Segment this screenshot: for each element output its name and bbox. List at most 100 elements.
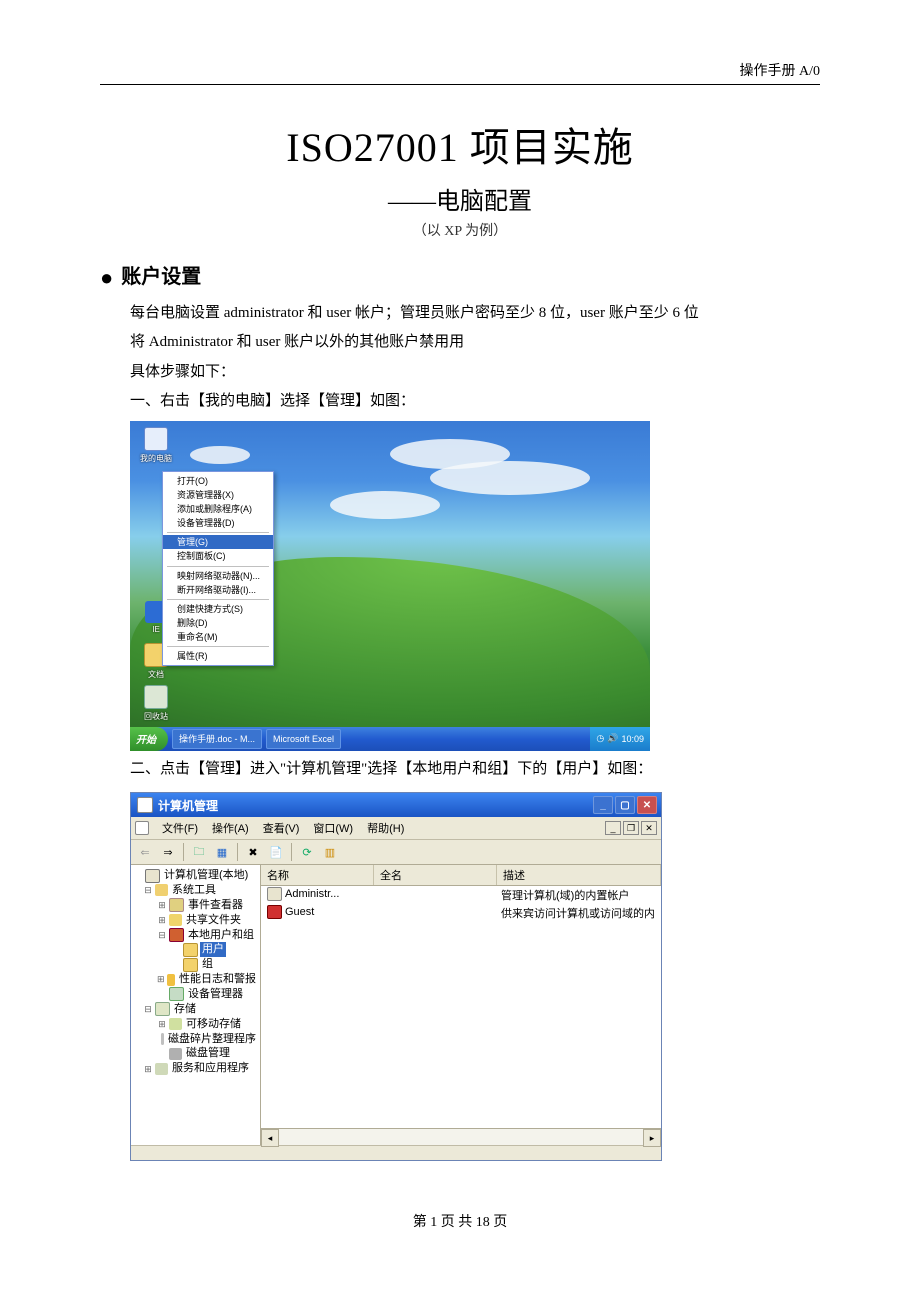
tree-event[interactable]: 事件查看器 xyxy=(186,898,245,913)
maximize-button[interactable]: ▢ xyxy=(615,796,635,814)
menu-window[interactable]: 窗口(W) xyxy=(307,819,359,837)
bullet-icon: ● xyxy=(100,265,113,290)
user-icon xyxy=(267,887,282,901)
cell-desc: 管理计算机(域)的内置帐户 xyxy=(495,887,661,903)
tree-perf[interactable]: 性能日志和警报 xyxy=(177,972,258,987)
taskbar-item[interactable]: Microsoft Excel xyxy=(266,729,341,749)
back-button[interactable]: ⇐ xyxy=(135,842,155,862)
doc-subtitle: ——电脑配置 xyxy=(100,181,820,216)
desktop-icon-label: 文档 xyxy=(148,670,164,679)
system-tray[interactable]: ◷ 🔊 10:09 xyxy=(590,727,650,751)
paragraph-3: 具体步骤如下： xyxy=(100,360,820,386)
mdi-restore[interactable]: ❐ xyxy=(623,821,639,835)
doc-title: ISO27001 项目实施 xyxy=(100,115,820,173)
trash-icon xyxy=(144,685,168,709)
tree-shared[interactable]: 共享文件夹 xyxy=(184,913,243,928)
context-menu-item[interactable]: 删除(D) xyxy=(163,616,273,630)
start-button[interactable]: 开始 xyxy=(130,727,168,751)
list-pane: 名称 全名 描述 Administr... 管理计算机(域)的内置帐户 Gues… xyxy=(261,865,661,1145)
tree-defrag[interactable]: 磁盘碎片整理程序 xyxy=(166,1032,258,1047)
desktop-icon-mycomputer[interactable]: 我的电脑 xyxy=(136,427,176,464)
context-menu-item[interactable]: 打开(O) xyxy=(163,474,273,488)
scroll-right-icon[interactable]: ▸ xyxy=(643,1129,661,1147)
tree-root[interactable]: 计算机管理(本地) xyxy=(162,868,250,883)
context-menu-item[interactable]: 控制面板(C) xyxy=(163,549,273,563)
cell-full xyxy=(373,887,495,903)
tree-localug[interactable]: 本地用户和组 xyxy=(186,928,256,943)
page-header: 操作手册 A/0 xyxy=(100,60,820,85)
col-desc[interactable]: 描述 xyxy=(497,865,661,885)
context-menu-item[interactable]: 创建快捷方式(S) xyxy=(163,602,273,616)
tray-clock: 10:09 xyxy=(621,734,644,744)
forward-button[interactable]: ⇒ xyxy=(158,842,178,862)
menu-view[interactable]: 查看(V) xyxy=(257,819,306,837)
section-heading: ● 账户设置 xyxy=(100,260,820,291)
minimize-button[interactable]: _ xyxy=(593,796,613,814)
tree-users[interactable]: 用户 xyxy=(200,942,226,957)
context-menu-item[interactable]: 重命名(M) xyxy=(163,630,273,644)
menu-bar: 文件(F) 操作(A) 查看(V) 窗口(W) 帮助(H) _ ❐ ✕ xyxy=(131,817,661,840)
cell-name: Administr... xyxy=(285,888,339,900)
monitor-icon xyxy=(144,427,168,451)
step-1: 一、右击【我的电脑】选择【管理】如图： xyxy=(100,389,820,415)
menu-help[interactable]: 帮助(H) xyxy=(361,819,410,837)
user-icon xyxy=(267,905,282,919)
tree-services[interactable]: 服务和应用程序 xyxy=(170,1061,251,1076)
context-menu-item[interactable]: 设备管理器(D) xyxy=(163,516,273,530)
screenshot-mmc: 计算机管理 _ ▢ ✕ 文件(F) 操作(A) 查看(V) 窗口(W) 帮助(H… xyxy=(130,792,662,1161)
doc-subnote: （以 XP 为例） xyxy=(100,220,820,240)
context-menu-item[interactable]: 属性(R) xyxy=(163,649,273,663)
paragraph-1: 每台电脑设置 administrator 和 user 帐户；管理员账户密码至少… xyxy=(100,301,820,327)
taskbar-item[interactable]: 操作手册.doc - M... xyxy=(172,729,262,749)
up-button[interactable]: 🗀 xyxy=(189,842,209,862)
tree-systools[interactable]: 系统工具 xyxy=(170,883,218,898)
cell-full xyxy=(373,905,495,921)
context-menu-item[interactable]: 添加或删除程序(A) xyxy=(163,502,273,516)
start-label: 开始 xyxy=(136,731,156,746)
defrag-icon xyxy=(161,1033,164,1045)
help-button[interactable]: ▥ xyxy=(320,842,340,862)
tree-groups[interactable]: 组 xyxy=(200,957,215,972)
section-heading-text: 账户设置 xyxy=(121,266,201,288)
export-button[interactable]: ⟳ xyxy=(297,842,317,862)
desktop-icon-label: IE xyxy=(152,625,160,634)
desktop-icon-label: 回收站 xyxy=(144,712,168,721)
menu-action[interactable]: 操作(A) xyxy=(206,819,255,837)
col-fullname[interactable]: 全名 xyxy=(374,865,497,885)
refresh-button[interactable]: 📄 xyxy=(266,842,286,862)
users-group-icon xyxy=(169,928,184,942)
folder-icon xyxy=(183,958,198,972)
tree-removable[interactable]: 可移动存储 xyxy=(184,1017,243,1032)
list-header: 名称 全名 描述 xyxy=(261,865,661,886)
screenshot-desktop: 我的电脑 IE 文档 回收站 打开(O) 资源管理器(X) 添加或删除程序(A)… xyxy=(130,421,650,751)
desktop-icon-recycle[interactable]: 回收站 xyxy=(136,685,176,722)
tools-icon xyxy=(155,884,168,896)
tree-device[interactable]: 设备管理器 xyxy=(186,987,245,1002)
storage-icon xyxy=(155,1002,170,1016)
list-row[interactable]: Guest 供来宾访问计算机或访问域的内 xyxy=(261,904,661,922)
horizontal-scrollbar[interactable]: ◂ ▸ xyxy=(261,1128,661,1145)
tree-storage[interactable]: 存储 xyxy=(172,1002,198,1017)
properties-button[interactable]: ▦ xyxy=(212,842,232,862)
folder-icon xyxy=(183,943,198,957)
toolbar: ⇐ ⇒ 🗀 ▦ ✖ 📄 ⟳ ▥ xyxy=(131,840,661,865)
close-button[interactable]: ✕ xyxy=(637,796,657,814)
disk-icon xyxy=(169,1048,182,1060)
event-icon xyxy=(169,898,184,912)
menu-file[interactable]: 文件(F) xyxy=(156,819,204,837)
context-menu-item[interactable]: 断开网络驱动器(I)... xyxy=(163,583,273,597)
window-title: 计算机管理 xyxy=(158,797,218,814)
mdi-close[interactable]: ✕ xyxy=(641,821,657,835)
tree-pane[interactable]: 计算机管理(本地) ⊟系统工具 ⊞事件查看器 ⊞共享文件夹 ⊟本地用户和组 用户… xyxy=(131,865,261,1145)
delete-button[interactable]: ✖ xyxy=(243,842,263,862)
list-row[interactable]: Administr... 管理计算机(域)的内置帐户 xyxy=(261,886,661,904)
context-menu-item-manage[interactable]: 管理(G) xyxy=(163,535,273,549)
scroll-left-icon[interactable]: ◂ xyxy=(261,1129,279,1147)
tree-diskmg[interactable]: 磁盘管理 xyxy=(184,1046,232,1061)
services-icon xyxy=(155,1063,168,1075)
mdi-minimize[interactable]: _ xyxy=(605,821,621,835)
page-footer: 第 1 页 共 18 页 xyxy=(100,1211,820,1231)
context-menu-item[interactable]: 映射网络驱动器(N)... xyxy=(163,569,273,583)
col-name[interactable]: 名称 xyxy=(261,865,374,885)
context-menu-item[interactable]: 资源管理器(X) xyxy=(163,488,273,502)
